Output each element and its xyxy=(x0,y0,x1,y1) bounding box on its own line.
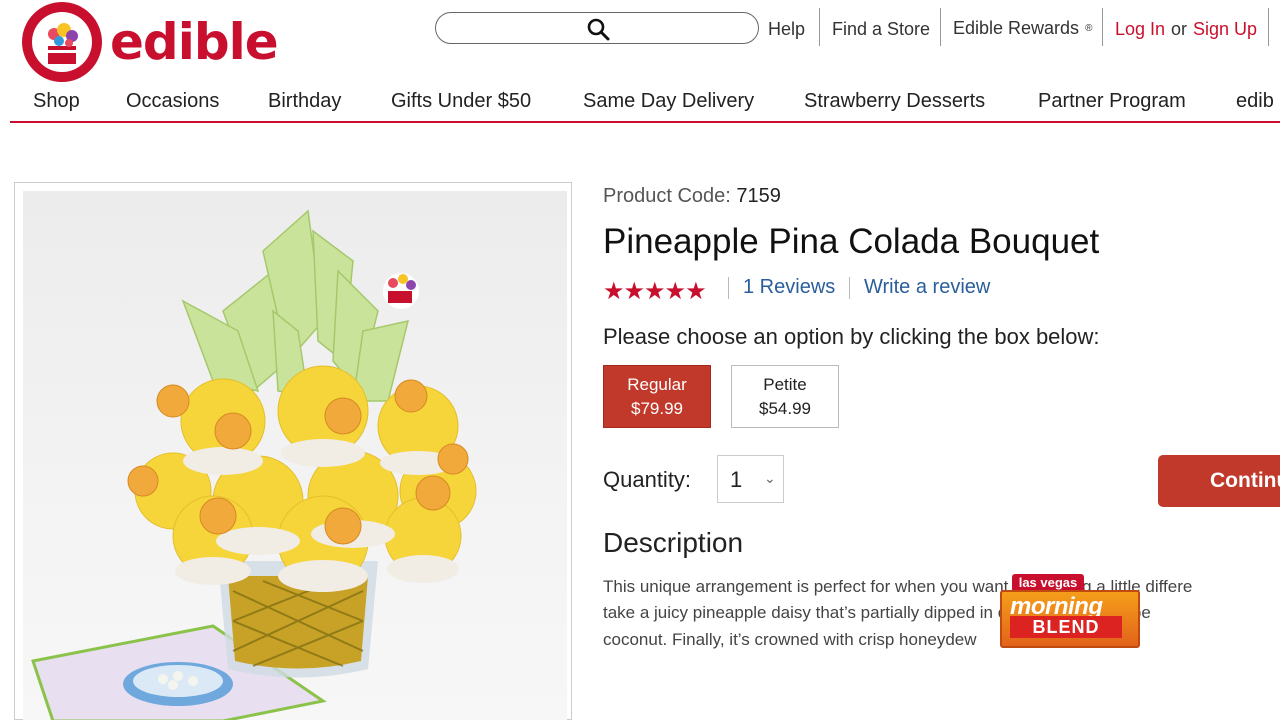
search-icon[interactable] xyxy=(586,17,610,41)
utility-divider xyxy=(940,8,941,46)
nav-item-same-day-delivery[interactable]: Same Day Delivery xyxy=(583,90,754,113)
rating-divider xyxy=(728,277,729,299)
nav-divider xyxy=(10,121,1280,123)
help-link[interactable]: Help xyxy=(768,16,805,42)
signup-link[interactable]: Sign Up xyxy=(1193,16,1257,42)
option-name: Petite xyxy=(763,374,807,394)
product-code: Product Code: 7159 xyxy=(603,185,781,208)
nav-item-partner-program[interactable]: Partner Program xyxy=(1038,90,1186,113)
logo-icon xyxy=(22,2,102,82)
nav-item-strawberry-desserts[interactable]: Strawberry Desserts xyxy=(804,90,985,113)
nav-item-shop[interactable]: Shop xyxy=(33,90,80,113)
write-review-link[interactable]: Write a review xyxy=(864,276,990,299)
utility-divider xyxy=(1102,8,1103,46)
fruit-bouquet-icon xyxy=(48,23,78,64)
rewards-label: Edible Rewards xyxy=(953,17,1080,38)
main-nav: Shop Occasions Birthday Gifts Under $50 … xyxy=(0,88,1280,122)
product-code-value: 7159 xyxy=(736,185,781,207)
brand-name: edible xyxy=(110,13,279,71)
registered-mark: ® xyxy=(1085,22,1093,34)
edible-logo[interactable]: edible xyxy=(22,2,279,82)
description-text-line: coconut. Finally, it’s crowned with cris… xyxy=(603,630,977,649)
description-heading: Description xyxy=(603,527,744,558)
tv-logo-bottom: BLEND xyxy=(1010,616,1122,638)
tv-show-logo: las vegas morning BLEND xyxy=(1000,574,1140,650)
option-instructions: Please choose an option by clicking the … xyxy=(603,324,1100,349)
option-petite[interactable]: Petite $54.99 xyxy=(731,365,839,428)
option-regular[interactable]: Regular $79.99 xyxy=(603,365,711,428)
option-price: $79.99 xyxy=(631,398,683,418)
quantity-select[interactable]: 1 ⌄ xyxy=(717,455,784,503)
find-store-link[interactable]: Find a Store xyxy=(832,16,930,42)
login-link[interactable]: Log In xyxy=(1115,16,1165,42)
tv-logo-main: morning BLEND xyxy=(1000,590,1140,648)
utility-divider xyxy=(1268,8,1269,46)
nav-item-gifts-under-50[interactable]: Gifts Under $50 xyxy=(391,90,531,113)
or-text: or xyxy=(1171,18,1188,39)
nav-item-birthday[interactable]: Birthday xyxy=(268,90,341,113)
nav-item-edible-truncated[interactable]: edib xyxy=(1236,90,1274,113)
product-image[interactable] xyxy=(23,191,567,720)
rating-stars: ★★★★★ xyxy=(603,278,707,305)
product-title: Pineapple Pina Colada Bouquet xyxy=(603,222,1100,261)
search-input[interactable] xyxy=(435,12,759,44)
quantity-label: Quantity: xyxy=(603,467,692,492)
nav-item-occasions[interactable]: Occasions xyxy=(126,90,219,113)
reviews-link[interactable]: 1 Reviews xyxy=(743,276,835,299)
product-code-label: Product Code: xyxy=(603,185,731,207)
edible-rewards-link[interactable]: Edible Rewards ® xyxy=(953,15,1092,41)
option-price: $54.99 xyxy=(759,398,811,418)
product-image-frame xyxy=(14,182,572,720)
continue-button[interactable]: Continue xyxy=(1158,455,1280,507)
chevron-down-icon: ⌄ xyxy=(764,470,776,486)
option-name: Regular xyxy=(627,374,687,394)
quantity-value: 1 xyxy=(730,467,743,492)
pineapple-bouquet-image xyxy=(31,209,477,720)
rating-divider xyxy=(849,277,850,299)
utility-divider xyxy=(819,8,820,46)
